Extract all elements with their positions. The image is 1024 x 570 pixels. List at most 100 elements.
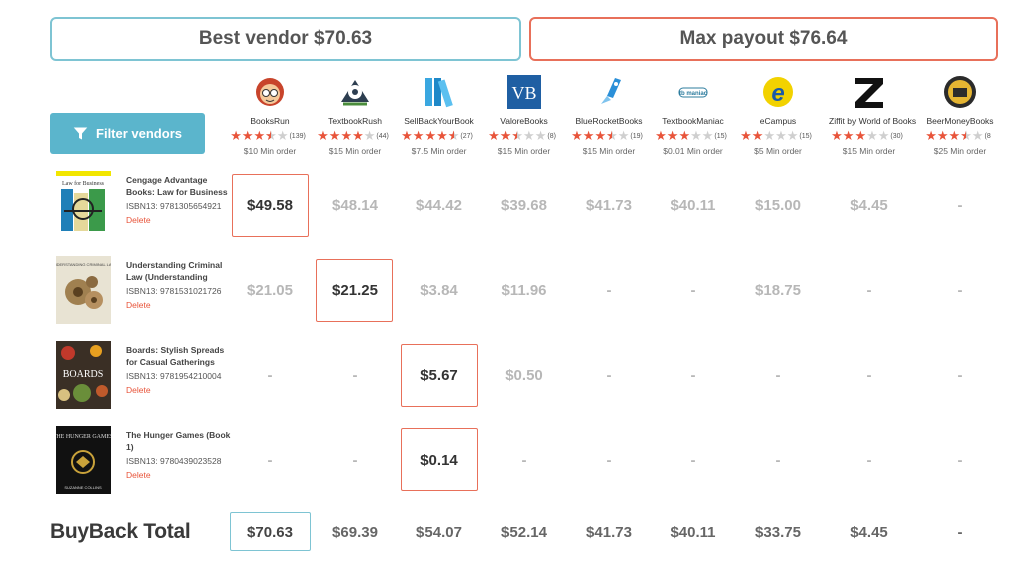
- price-cell: -: [606, 282, 612, 299]
- rating-count: (30): [890, 133, 903, 141]
- price-cell[interactable]: $0.50: [484, 367, 564, 384]
- book-row: UNDERSTANDING CRIMINAL LAW Understanding …: [56, 256, 246, 326]
- cover-title: BOARDS: [63, 369, 104, 380]
- vendor-rating: ★★★★★★(8): [488, 128, 556, 143]
- price-cell[interactable]: $18.75: [738, 282, 818, 299]
- price-cell[interactable]: $40.11: [653, 197, 733, 214]
- rating-count: (15): [714, 133, 727, 141]
- vendor-rating: ★★★★★★(8: [925, 128, 991, 143]
- price-cell: -: [267, 452, 273, 469]
- best-price-highlight: [401, 428, 478, 491]
- beermoneybooks-logo: [942, 74, 978, 110]
- best-vendor-button[interactable]: Best vendor $70.63: [50, 17, 521, 61]
- vendor-min-order: $10 Min order: [243, 146, 297, 157]
- rating-count: (8: [984, 133, 991, 141]
- price-cell[interactable]: $44.42: [399, 197, 479, 214]
- price-cell: -: [267, 367, 273, 384]
- vendor-rating: ★★★★★(30): [831, 128, 903, 143]
- vendor-min-order: $25 Min order: [933, 146, 987, 157]
- price-cell: -: [606, 367, 612, 384]
- vendor-name: BeerMoneyBooks: [926, 116, 994, 126]
- textbookrush-logo: [337, 74, 373, 110]
- vendor-name: ValoreBooks: [500, 116, 548, 126]
- delete-link[interactable]: Delete: [126, 300, 151, 310]
- book-isbn: ISBN13: 9781531021726: [126, 286, 222, 296]
- vendor-rating: ★★★★★★(19): [571, 128, 643, 143]
- price-cell: -: [690, 367, 696, 384]
- vendor-rating: ★★★★★★(139): [230, 128, 306, 143]
- price-cell[interactable]: $3.84: [399, 282, 479, 299]
- vendor-column-header[interactable]: SellBackYourBook ★★★★★★(27) $7.5 Min order: [399, 74, 479, 156]
- textbookmaniac-logo: tb maniac: [675, 74, 711, 110]
- delete-link[interactable]: Delete: [126, 215, 151, 225]
- vendor-column-header[interactable]: BlueRocketBooks ★★★★★★(19) $15 Min order: [569, 74, 649, 156]
- price-cell: -: [957, 452, 963, 469]
- price-cell[interactable]: $39.68: [484, 197, 564, 214]
- delete-link[interactable]: Delete: [126, 385, 151, 395]
- buyback-total-value[interactable]: $70.63: [230, 524, 310, 541]
- vendor-name: BlueRocketBooks: [575, 116, 643, 126]
- svg-text:VB: VB: [511, 83, 536, 103]
- vendor-rating: ★★★★★(44): [317, 128, 389, 143]
- book-row: Law for Business Cengage Advantage Books:…: [56, 171, 246, 241]
- book-row: THE HUNGER GAMES SUZANNE COLLINS The Hunge…: [56, 426, 246, 496]
- book-title: Understanding Criminal Law (Understandin…: [126, 260, 223, 282]
- ecampus-logo: e: [760, 74, 796, 110]
- price-cell: -: [957, 367, 963, 384]
- filter-vendors-button[interactable]: Filter vendors: [50, 113, 205, 154]
- vendor-min-order: $5 Min order: [754, 146, 802, 157]
- price-cell[interactable]: $41.73: [569, 197, 649, 214]
- cover-title: Law for Business: [62, 180, 105, 187]
- vendor-min-order: $7.5 Min order: [411, 146, 467, 157]
- price-cell: -: [690, 452, 696, 469]
- price-cell: -: [866, 282, 872, 299]
- book-cover: Law for Business: [56, 171, 111, 239]
- price-cell: -: [775, 452, 781, 469]
- vendor-column-header[interactable]: TextbookRush ★★★★★(44) $15 Min order: [315, 74, 395, 156]
- book-title: Cengage Advantage Books: Law for Busines…: [126, 175, 228, 197]
- price-cell[interactable]: $4.45: [829, 197, 909, 214]
- price-cell[interactable]: $48.14: [315, 197, 395, 214]
- filter-vendors-label: Filter vendors: [96, 126, 182, 141]
- filter-icon: [73, 127, 88, 140]
- price-cell: -: [957, 197, 963, 214]
- buyback-total-value: $4.45: [850, 524, 888, 541]
- rating-count: (15): [799, 133, 812, 141]
- buyback-total-value: $52.14: [501, 524, 547, 541]
- vendor-column-header[interactable]: Ziffit by World of Books ★★★★★(30) $15 Min…: [829, 74, 916, 156]
- valorebooks-logo: VB: [506, 74, 542, 110]
- vendor-column-header[interactable]: VB ValoreBooks ★★★★★★(8) $15 Min order: [484, 74, 564, 156]
- booksrun-logo: [252, 74, 288, 110]
- price-cell: -: [690, 282, 696, 299]
- vendor-name: BooksRun: [250, 116, 290, 126]
- book-cover: THE HUNGER GAMES SUZANNE COLLINS: [56, 426, 111, 494]
- price-cell[interactable]: $15.00: [738, 197, 818, 214]
- book-title: The Hunger Games (Book 1): [126, 430, 231, 452]
- max-payout-button[interactable]: Max payout $76.64: [529, 17, 998, 61]
- cover-title: UNDERSTANDING CRIMINAL LAW: [56, 262, 111, 267]
- vendor-column-header[interactable]: BooksRun ★★★★★★(139) $10 Min order: [230, 74, 310, 156]
- price-cell: -: [866, 452, 872, 469]
- price-cell[interactable]: $21.05: [230, 282, 310, 299]
- vendor-name: TextbookManiac: [662, 116, 724, 126]
- book-cover: BOARDS: [56, 341, 111, 409]
- buyback-total-value: $69.39: [332, 524, 378, 541]
- rating-count: (44): [376, 133, 389, 141]
- delete-link[interactable]: Delete: [126, 470, 151, 480]
- buyback-total-label: BuyBack Total: [50, 520, 191, 543]
- vendor-column-header[interactable]: e eCampus ★★★★★(15) $5 Min order: [738, 74, 818, 156]
- book-isbn: ISBN13: 9780439023528: [126, 456, 222, 466]
- price-cell[interactable]: $11.96: [484, 282, 564, 299]
- svg-text:tb maniac: tb maniac: [679, 91, 708, 97]
- vendor-column-header[interactable]: BeerMoneyBooks ★★★★★★(8 $25 Min order: [920, 74, 1000, 156]
- best-price-highlight: [401, 344, 478, 407]
- rating-count: (8): [547, 133, 556, 141]
- vendor-min-order: $0.01 Min order: [663, 146, 723, 157]
- vendor-min-order: $15 Min order: [328, 146, 382, 157]
- price-cell: -: [352, 367, 358, 384]
- vendor-column-header[interactable]: tb maniac TextbookManiac ★★★★★(15) $0.01 Mi…: [653, 74, 733, 156]
- rating-count: (19): [630, 133, 643, 141]
- best-vendor-label: Best vendor $70.63: [198, 28, 373, 49]
- best-price-highlight: [232, 174, 309, 237]
- vendor-name: TextbookRush: [328, 116, 382, 126]
